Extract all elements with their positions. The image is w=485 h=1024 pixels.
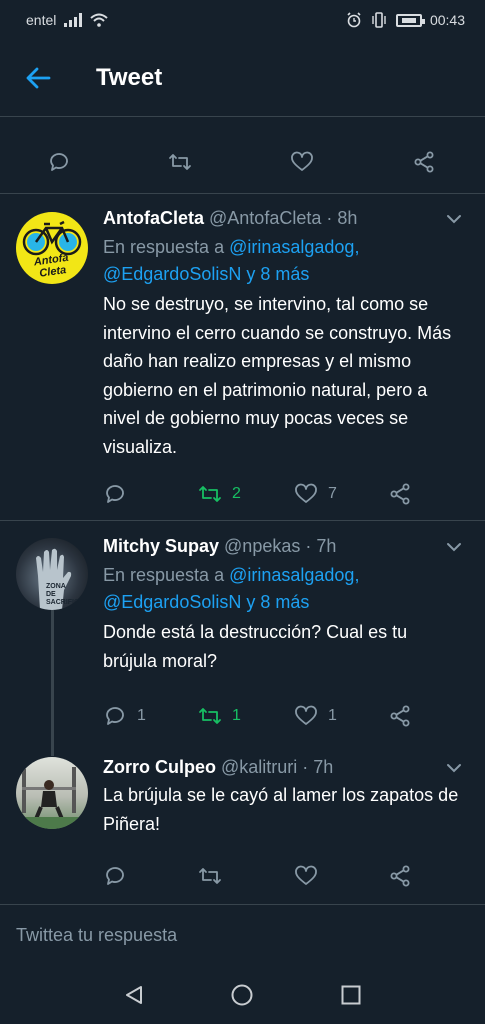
retweet-icon	[199, 868, 221, 884]
tweet-mitchy-supay[interactable]: ZONA DE SACRIFICIO Mitchy Supay @npekas ·…	[0, 534, 485, 740]
recents-square-icon[interactable]	[340, 984, 362, 1006]
mention-link[interactable]: @irinasalgadog,	[229, 565, 359, 585]
username[interactable]: @npekas	[224, 534, 300, 558]
reply-button[interactable]	[103, 864, 137, 888]
reply-icon	[50, 153, 68, 171]
avatar[interactable]	[16, 757, 88, 829]
share-button[interactable]	[412, 150, 436, 174]
chevron-down-icon[interactable]	[445, 759, 463, 777]
like-button[interactable]: 1	[294, 704, 337, 728]
retweet-count: 1	[232, 707, 241, 724]
like-button[interactable]	[294, 864, 328, 888]
retweet-count: 2	[232, 485, 241, 502]
home-circle-icon[interactable]	[230, 983, 254, 1007]
avatar-sign-text: ZONA DE SACRIFICIO	[46, 583, 87, 606]
tweet-text: No se destruyo, se intervino, tal como s…	[103, 294, 452, 457]
divider	[0, 116, 485, 117]
reply-input[interactable]: Twittea tu respuesta	[16, 925, 177, 945]
display-name[interactable]: Mitchy Supay	[103, 534, 219, 558]
reply-icon	[106, 867, 124, 885]
chevron-down-icon[interactable]	[445, 210, 463, 228]
mention-more-link[interactable]: @EdgardoSolisN y 8 más	[103, 264, 309, 284]
share-button[interactable]	[388, 864, 412, 888]
alarm-icon	[347, 12, 361, 28]
heart-icon	[295, 483, 317, 503]
mention-more-link[interactable]: @EdgardoSolisN y 8 más	[103, 592, 309, 612]
signal-icon	[64, 13, 83, 27]
share-button[interactable]	[388, 704, 412, 728]
reply-composer[interactable]: Twittea tu respuesta	[0, 904, 485, 966]
tweet-header: Mitchy Supay @npekas · 7h	[103, 534, 463, 558]
tweet-header: Zorro Culpeo @kalitruri · 7h	[103, 755, 463, 779]
timestamp: 7h	[313, 757, 334, 777]
display-name[interactable]: Zorro Culpeo	[103, 755, 216, 779]
reply-count: 1	[137, 707, 146, 724]
like-button[interactable]: 7	[294, 482, 337, 506]
retweet-button[interactable]	[168, 150, 192, 174]
reply-button[interactable]	[47, 150, 71, 174]
reply-button[interactable]	[103, 482, 137, 506]
reply-prefix: En respuesta a	[103, 565, 225, 585]
battery-icon	[395, 13, 425, 27]
carrier-label: entel	[26, 12, 57, 28]
retweet-button[interactable]: 1	[198, 704, 241, 728]
share-icon	[414, 151, 434, 173]
reply-icon	[106, 707, 124, 725]
back-triangle-icon[interactable]	[123, 984, 145, 1006]
username[interactable]: @AntofaCleta	[209, 206, 321, 230]
tweet-actions: 2 7	[0, 474, 485, 514]
display-name[interactable]: AntofaCleta	[103, 206, 204, 230]
heart-icon	[291, 151, 313, 171]
main-tweet-actions	[0, 142, 485, 182]
like-count: 1	[328, 707, 337, 724]
timestamp: 7h	[316, 536, 337, 556]
separator-dot: ·	[302, 757, 309, 777]
reply-button[interactable]: 1	[103, 704, 146, 728]
tweet-text: La brújula se le cayó al lamer los zapat…	[103, 785, 459, 834]
avatar[interactable]: Antofa Cleta	[16, 212, 88, 284]
retweet-icon	[169, 154, 191, 170]
timestamp: 8h	[337, 208, 358, 228]
wifi-icon	[90, 13, 109, 27]
system-navigation-bar	[0, 966, 485, 1024]
clock: 00:43	[429, 12, 465, 28]
back-button[interactable]	[0, 40, 76, 116]
gym-photo-image	[16, 767, 88, 829]
retweet-button[interactable]: 2	[198, 482, 241, 506]
arrow-left-icon	[26, 67, 51, 89]
tweet-header: AntofaCleta @AntofaCleta · 8h	[103, 206, 463, 230]
reply-icon	[106, 485, 124, 503]
retweet-button[interactable]	[198, 864, 232, 888]
retweet-icon	[199, 708, 221, 724]
username[interactable]: @kalitruri	[221, 755, 297, 779]
vibrate-icon	[372, 12, 386, 28]
tweet-zorro-culpeo[interactable]: Zorro Culpeo @kalitruri · 7h La brújula …	[0, 755, 485, 900]
page-title: Tweet	[96, 64, 163, 91]
share-icon	[390, 483, 410, 505]
share-button[interactable]	[388, 482, 412, 506]
top-app-bar: Tweet	[0, 40, 485, 116]
tweet-antofacleta[interactable]: Antofa Cleta AntofaCleta @AntofaCleta · 8…	[0, 206, 485, 520]
tweet-actions: 1 1 1	[0, 696, 485, 736]
share-icon	[390, 705, 410, 727]
divider	[0, 520, 485, 521]
share-icon	[390, 865, 410, 887]
reply-context: En respuesta a @irinasalgadog, @EdgardoS…	[103, 234, 463, 288]
divider	[0, 193, 485, 194]
reply-context: En respuesta a @irinasalgadog, @EdgardoS…	[103, 562, 463, 616]
heart-icon	[295, 865, 317, 885]
status-bar: entel 00:43	[0, 0, 485, 40]
chevron-down-icon[interactable]	[445, 538, 463, 556]
reply-prefix: En respuesta a	[103, 237, 225, 257]
mention-link[interactable]: @irinasalgadog,	[229, 237, 359, 257]
like-button[interactable]	[290, 150, 314, 174]
tweet-text: Donde está la destrucción? Cual es tu br…	[103, 622, 408, 671]
tweet-actions	[0, 856, 485, 896]
heart-icon	[295, 705, 317, 725]
separator-dot: ·	[305, 536, 312, 556]
like-count: 7	[328, 485, 337, 502]
separator-dot: ·	[326, 208, 333, 228]
retweet-icon	[199, 486, 221, 502]
avatar[interactable]: ZONA DE SACRIFICIO	[16, 538, 88, 610]
